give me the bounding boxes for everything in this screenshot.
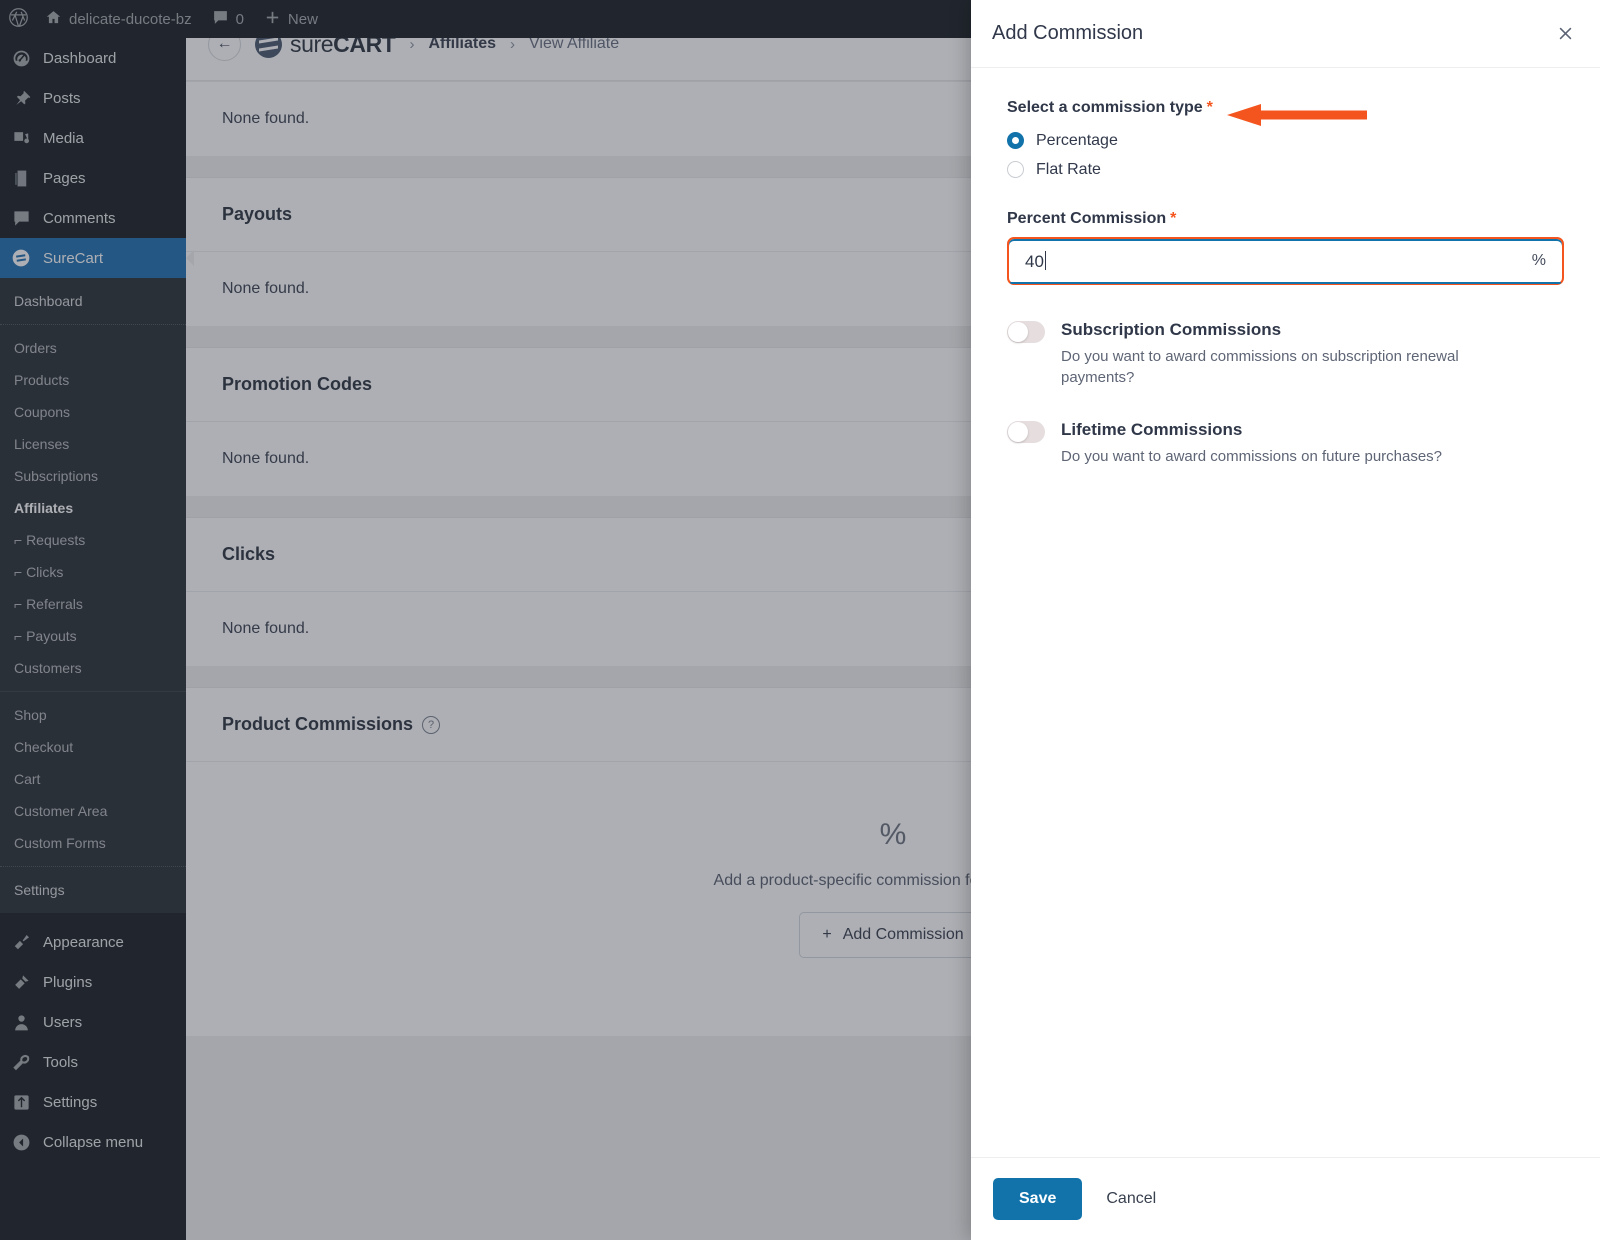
radio-label: Percentage [1036, 132, 1118, 150]
percent-suffix: % [1532, 252, 1546, 270]
screen: delicate-ducote-bz 0 New [0, 0, 1600, 1240]
toggle-knob [1008, 322, 1028, 342]
radio-option-flat-rate[interactable]: Flat Rate [1007, 155, 1564, 184]
modal-header: Add Commission [971, 0, 1600, 68]
commission-type-label-row: Select a commission type * [1007, 99, 1564, 117]
toggle-knob [1008, 422, 1028, 442]
radio-label: Flat Rate [1036, 161, 1101, 179]
lifetime-commissions-row: Lifetime Commissions Do you want to awar… [1007, 419, 1564, 467]
modal-footer: Save Cancel [971, 1157, 1600, 1240]
percent-commission-input[interactable]: 40 % [1007, 237, 1564, 285]
subscription-commissions-text: Subscription Commissions Do you want to … [1061, 319, 1481, 389]
subscription-commissions-row: Subscription Commissions Do you want to … [1007, 319, 1564, 389]
radio-indicator [1007, 132, 1024, 149]
lifetime-commissions-toggle[interactable] [1007, 421, 1045, 443]
percent-commission-field: Percent Commission * 40 % [1007, 210, 1564, 285]
radio-option-percentage[interactable]: Percentage [1007, 126, 1564, 155]
toggle-title: Lifetime Commissions [1061, 419, 1442, 441]
save-button[interactable]: Save [993, 1178, 1082, 1220]
add-commission-modal: Add Commission Select a commission type … [971, 0, 1600, 1240]
toggle-description: Do you want to award commissions on subs… [1061, 346, 1481, 389]
percent-commission-label-row: Percent Commission * [1007, 210, 1564, 228]
commission-type-label: Select a commission type [1007, 99, 1203, 117]
percent-commission-label: Percent Commission [1007, 210, 1166, 228]
toggle-title: Subscription Commissions [1061, 319, 1481, 341]
required-marker: * [1207, 100, 1213, 116]
close-icon[interactable] [1552, 21, 1578, 47]
required-marker: * [1170, 211, 1176, 227]
lifetime-commissions-text: Lifetime Commissions Do you want to awar… [1061, 419, 1442, 467]
radio-indicator [1007, 161, 1024, 178]
modal-body: Select a commission type * Percentage Fl… [971, 68, 1600, 1157]
cancel-button[interactable]: Cancel [1090, 1178, 1172, 1220]
toggle-description: Do you want to award commissions on futu… [1061, 446, 1442, 467]
text-caret [1045, 251, 1046, 270]
modal-title: Add Commission [992, 22, 1143, 45]
percent-commission-value: 40 [1025, 251, 1532, 272]
subscription-commissions-toggle[interactable] [1007, 321, 1045, 343]
